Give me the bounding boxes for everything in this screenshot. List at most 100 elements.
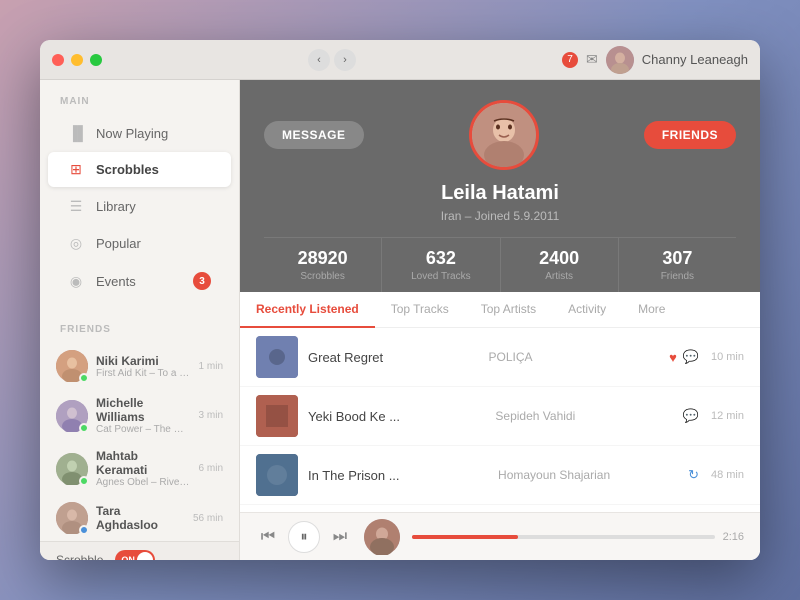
traffic-lights	[52, 54, 102, 66]
track-row[interactable]: Great Regret POLIÇA ♥ 💬 10 min	[240, 328, 760, 387]
sidebar-item-now-playing[interactable]: ▐▌ Now Playing	[48, 116, 231, 150]
sidebar-item-popular[interactable]: ◎ Popular	[48, 226, 231, 261]
track-row-3[interactable]: In The Prison ... Homayoun Shajarian ↻ 4…	[240, 446, 760, 505]
time-total: 2:16	[723, 531, 744, 543]
sidebar-item-library[interactable]: ☰ Library	[48, 189, 231, 224]
friend-avatar-niki	[56, 350, 88, 382]
stat-friends-label: Friends	[627, 271, 728, 282]
tab-top-artists[interactable]: Top Artists	[465, 292, 552, 328]
track-thumb-2	[256, 395, 298, 437]
track-time-3: 48 min	[709, 469, 744, 481]
stat-artists-label: Artists	[509, 271, 610, 282]
friend-info-mahtab: Mahtab Keramati Agnes Obel – Riverside	[96, 449, 191, 488]
sidebar-item-scrobbles[interactable]: ⊞ Scrobbles	[48, 152, 231, 187]
friend-mahtab[interactable]: Mahtab Keramati Agnes Obel – Riverside 6…	[40, 442, 239, 495]
maximize-button[interactable]	[90, 54, 102, 66]
profile-top: MESSAGE	[264, 100, 736, 170]
avatar-illustration	[472, 103, 536, 167]
status-dot-mahtab	[79, 476, 89, 486]
progress-bar[interactable]	[412, 535, 715, 539]
tab-more[interactable]: More	[622, 292, 681, 328]
stat-friends: 307 Friends	[619, 238, 736, 292]
minimize-button[interactable]	[71, 54, 83, 66]
friends-button[interactable]: FRIENDS	[644, 121, 736, 149]
stat-scrobbles-label: Scrobbles	[272, 271, 373, 282]
events-icon: ◉	[68, 273, 84, 290]
friend-time-michelle: 3 min	[199, 410, 223, 421]
titlebar: ‹ › 7 ✉ Channy Leaneagh	[40, 40, 760, 80]
library-icon: ☰	[68, 198, 84, 215]
back-button[interactable]: ‹	[308, 49, 330, 71]
friend-name-tara: Tara Aghdasloo	[96, 504, 185, 532]
tabs-row: Recently Listened Top Tracks Top Artists…	[240, 292, 760, 328]
avatar-face	[472, 103, 536, 167]
sidebar-label-scrobbles: Scrobbles	[96, 162, 159, 177]
stat-loved-label: Loved Tracks	[390, 271, 491, 282]
track-name-1: Great Regret	[308, 350, 479, 365]
tab-recently-listened[interactable]: Recently Listened	[240, 292, 375, 328]
friend-info-michelle: Michelle Williams Cat Power – The Greate…	[96, 396, 191, 435]
events-badge: 3	[193, 272, 211, 290]
friend-time-niki: 1 min	[199, 361, 223, 372]
track-row-2[interactable]: Yeki Bood Ke ... Sepideh Vahidi 💬 12 min	[240, 387, 760, 446]
track-name-3: In The Prison ...	[308, 468, 488, 483]
track-actions-3: ↻	[688, 467, 699, 483]
track-actions-2: 💬	[683, 408, 699, 424]
prev-button[interactable]: ⏮	[256, 525, 280, 549]
track-time-1: 10 min	[709, 351, 744, 363]
app-window: ‹ › 7 ✉ Channy Leaneagh MAIN ▐▌ Now Play…	[40, 40, 760, 560]
profile-name: Leila Hatami	[264, 182, 736, 205]
next-button[interactable]: ⏭	[328, 525, 352, 549]
player-controls: ⏮ ⏸ ⏭	[256, 521, 352, 553]
friend-niki[interactable]: Niki Karimi First Aid Kit – To a Poet 1 …	[40, 343, 239, 389]
status-dot-niki	[79, 373, 89, 383]
play-pause-button[interactable]: ⏸	[288, 521, 320, 553]
tab-activity[interactable]: Activity	[552, 292, 622, 328]
track-list: Great Regret POLIÇA ♥ 💬 10 min Yeki Bood…	[240, 328, 760, 512]
scrobbles-icon: ⊞	[68, 161, 84, 178]
friend-name-mahtab: Mahtab Keramati	[96, 449, 191, 477]
track-row-4[interactable]: Heart to Heart Homayoun Shajarian ↻ 51 m…	[240, 505, 760, 512]
chat-icon-2[interactable]: 💬	[683, 408, 699, 424]
friend-name-niki: Niki Karimi	[96, 354, 191, 368]
track-thumb-3	[256, 454, 298, 496]
close-button[interactable]	[52, 54, 64, 66]
friend-track-mahtab: Agnes Obel – Riverside	[96, 477, 191, 488]
sidebar-label-library: Library	[96, 199, 136, 214]
profile-avatar-container	[469, 100, 539, 170]
right-panel: MESSAGE	[240, 80, 760, 560]
sidebar-label-popular: Popular	[96, 236, 141, 251]
chat-icon-1[interactable]: 💬	[683, 349, 699, 365]
friend-avatar-michelle	[56, 400, 88, 432]
user-area: 7 ✉ Channy Leaneagh	[562, 46, 748, 74]
scrobble-toggle[interactable]: ON	[115, 550, 155, 561]
friends-section: FRIENDS Niki Karimi First Aid Kit – To a…	[40, 308, 239, 541]
scrobble-label: Scrobble	[56, 553, 103, 561]
mail-icon[interactable]: ✉	[586, 51, 598, 68]
friend-info-niki: Niki Karimi First Aid Kit – To a Poet	[96, 354, 191, 379]
track-artist-3: Homayoun Shajarian	[498, 468, 678, 482]
sidebar-item-events[interactable]: ◉ Events 3	[48, 263, 231, 299]
stat-loved-value: 632	[390, 248, 491, 269]
progress-container: 2:16	[412, 531, 744, 543]
message-button[interactable]: MESSAGE	[264, 121, 364, 149]
track-artist-1: POLIÇA	[489, 350, 660, 364]
track-time-2: 12 min	[709, 410, 744, 422]
forward-button[interactable]: ›	[334, 49, 356, 71]
stat-scrobbles-value: 28920	[272, 248, 373, 269]
scrobble-area: Scrobble ON	[40, 541, 239, 560]
notification-badge[interactable]: 7	[562, 52, 578, 68]
tab-top-tracks[interactable]: Top Tracks	[375, 292, 465, 328]
sidebar: MAIN ▐▌ Now Playing ⊞ Scrobbles ☰ Librar…	[40, 80, 240, 560]
heart-icon-1[interactable]: ♥	[669, 350, 677, 365]
refresh-icon-3[interactable]: ↻	[688, 467, 699, 483]
player-track-avatar	[364, 519, 400, 555]
friend-michelle[interactable]: Michelle Williams Cat Power – The Greate…	[40, 389, 239, 442]
nav-buttons: ‹ ›	[308, 49, 356, 71]
friend-time-mahtab: 6 min	[199, 463, 223, 474]
stat-artists-value: 2400	[509, 248, 610, 269]
profile-header: MESSAGE	[240, 80, 760, 292]
friend-tara[interactable]: Tara Aghdasloo 56 min	[40, 495, 239, 541]
stat-scrobbles: 28920 Scrobbles	[264, 238, 382, 292]
username-label: Channy Leaneagh	[642, 52, 748, 67]
